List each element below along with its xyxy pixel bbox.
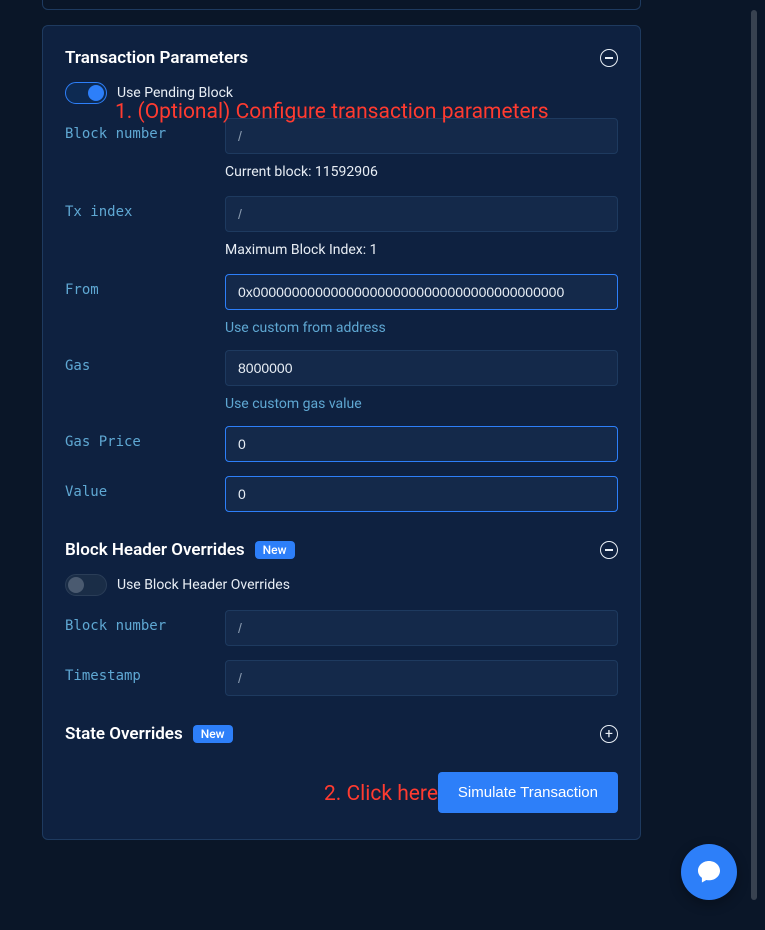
current-block-text: Current block: 11592906 — [225, 164, 618, 180]
gas-price-label: Gas Price — [65, 426, 225, 450]
gas-price-input[interactable] — [225, 426, 618, 462]
gas-custom-link[interactable]: Use custom gas value — [225, 396, 618, 412]
from-label: From — [65, 274, 225, 298]
scrollbar[interactable] — [751, 10, 757, 900]
block-header-header: Block Header Overrides New — [65, 540, 618, 560]
annotation-step1: 1. (Optional) Configure transaction para… — [115, 100, 549, 124]
bh-timestamp-input[interactable] — [225, 660, 618, 696]
use-pending-row: Use Pending Block 1. (Optional) Configur… — [65, 82, 618, 104]
tx-params-header: Transaction Parameters — [65, 48, 618, 68]
chat-icon — [695, 858, 723, 886]
new-badge: New — [255, 541, 295, 559]
gas-label: Gas — [65, 350, 225, 374]
collapse-icon[interactable] — [600, 541, 618, 559]
state-overrides-title: State Overrides — [65, 724, 183, 744]
use-block-header-toggle[interactable] — [65, 574, 107, 596]
annotation-step2: 2. Click here — [324, 782, 438, 806]
use-pending-label: Use Pending Block — [117, 85, 233, 101]
expand-icon[interactable] — [600, 725, 618, 743]
bh-timestamp-label: Timestamp — [65, 660, 225, 684]
value-input[interactable] — [225, 476, 618, 512]
tx-index-input[interactable] — [225, 196, 618, 232]
use-pending-toggle[interactable] — [65, 82, 107, 104]
scrollbar-thumb[interactable] — [751, 10, 757, 900]
use-block-header-label: Use Block Header Overrides — [117, 577, 290, 593]
bh-block-number-label: Block number — [65, 610, 225, 634]
collapse-icon[interactable] — [600, 49, 618, 67]
bh-block-number-input[interactable] — [225, 610, 618, 646]
tx-params-title: Transaction Parameters — [65, 48, 248, 68]
from-custom-link[interactable]: Use custom from address — [225, 320, 618, 336]
block-header-title: Block Header Overrides — [65, 540, 245, 560]
state-overrides-header: State Overrides New — [65, 724, 618, 744]
transaction-panel: Transaction Parameters Use Pending Block… — [42, 25, 641, 840]
simulate-button[interactable]: Simulate Transaction — [438, 772, 618, 813]
tx-index-label: Tx index — [65, 196, 225, 220]
from-input[interactable] — [225, 274, 618, 310]
gas-input[interactable] — [225, 350, 618, 386]
new-badge: New — [193, 725, 233, 743]
max-block-index-text: Maximum Block Index: 1 — [225, 242, 618, 258]
use-block-header-row: Use Block Header Overrides — [65, 574, 618, 596]
chat-button[interactable] — [681, 844, 737, 900]
value-label: Value — [65, 476, 225, 500]
